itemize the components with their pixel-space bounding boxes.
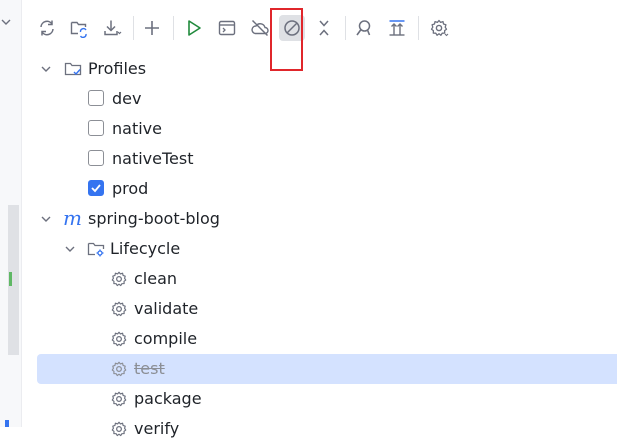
phase-label: test: [134, 359, 165, 378]
terminal-window-icon: [218, 20, 236, 36]
toolbar-separator: [418, 16, 419, 40]
gear-icon: [111, 301, 127, 317]
profile-item-nativetest[interactable]: nativeTest: [37, 144, 617, 174]
toolbar-separator: [345, 16, 346, 40]
gutter-change-marker: [9, 272, 12, 286]
expand-all-button[interactable]: [384, 15, 410, 41]
gear-icon: [111, 391, 127, 407]
gear-icon: [430, 19, 449, 37]
maven-toolbar: [21, 0, 617, 56]
profile-label: prod: [112, 179, 149, 198]
collapse-all-button[interactable]: [311, 15, 337, 41]
left-gutter-panel: [0, 0, 22, 427]
project-label: spring-boot-blog: [88, 209, 220, 228]
lifecycle-phase-validate[interactable]: validate: [37, 294, 617, 324]
tree-node-lifecycle[interactable]: Lifecycle: [37, 234, 617, 264]
generate-sources-button[interactable]: [66, 15, 92, 41]
toolbar-separator: [173, 16, 174, 40]
run-maven-build-button[interactable]: [181, 15, 207, 41]
lifecycle-phase-compile[interactable]: compile: [37, 324, 617, 354]
download-sources-button[interactable]: [99, 15, 125, 41]
chevron-down-icon[interactable]: [64, 243, 76, 255]
plus-icon: [145, 21, 159, 35]
add-maven-project-button[interactable]: [139, 15, 165, 41]
phase-label: compile: [134, 329, 198, 348]
profile-item-dev[interactable]: dev: [37, 84, 617, 114]
profiles-label: Profiles: [88, 59, 147, 78]
expand-icon: [389, 20, 405, 36]
profile-checkbox-dev[interactable]: [88, 90, 104, 106]
profile-label: dev: [112, 89, 142, 108]
lifecycle-label: Lifecycle: [110, 239, 181, 258]
phase-label: validate: [134, 299, 199, 318]
profile-checkbox-prod[interactable]: [88, 180, 104, 196]
gear-icon: [111, 331, 127, 347]
collapse-icon: [319, 20, 329, 36]
chevron-down-icon[interactable]: [40, 213, 52, 225]
download-icon: [104, 20, 122, 36]
gear-icon: [111, 421, 127, 437]
phase-label: verify: [134, 419, 180, 438]
profile-checkbox-nativetest[interactable]: [88, 150, 104, 166]
maven-settings-button[interactable]: [426, 15, 452, 41]
lifecycle-phase-package[interactable]: package: [37, 384, 617, 414]
lifecycle-phase-verify[interactable]: verify: [37, 414, 617, 444]
toolbar-separator: [133, 16, 134, 40]
gear-icon: [111, 361, 127, 377]
tree-node-profiles[interactable]: Profiles: [37, 54, 617, 84]
chevron-down-icon[interactable]: [0, 16, 12, 28]
phase-label: package: [134, 389, 202, 408]
show-dependencies-button[interactable]: [351, 15, 377, 41]
gear-icon: [111, 271, 127, 287]
tree-node-project[interactable]: m spring-boot-blog: [37, 204, 617, 234]
phase-label: clean: [134, 269, 178, 288]
lifecycle-folder-icon: [87, 242, 105, 257]
checkmark-icon: [91, 184, 101, 193]
run-icon: [188, 20, 201, 36]
lifecycle-phase-clean[interactable]: clean: [37, 264, 617, 294]
profile-label: nativeTest: [112, 149, 194, 168]
sync-icon: [40, 20, 54, 36]
profiles-folder-icon: [64, 62, 82, 76]
dependencies-icon: [356, 20, 371, 36]
execute-maven-goal-button[interactable]: [214, 15, 240, 41]
profile-label: native: [112, 119, 162, 138]
reload-all-maven-projects-button[interactable]: [34, 15, 60, 41]
cloud-off-icon: [251, 19, 269, 37]
profile-item-prod[interactable]: prod: [37, 174, 617, 204]
profile-checkbox-native[interactable]: [88, 120, 104, 136]
gutter-marker: [5, 420, 9, 427]
folder-sync-icon: [70, 21, 87, 38]
lifecycle-phase-test[interactable]: test: [37, 354, 617, 384]
profile-item-native[interactable]: native: [37, 114, 617, 144]
maven-module-icon: m: [63, 206, 82, 230]
chevron-down-icon[interactable]: [40, 63, 52, 75]
